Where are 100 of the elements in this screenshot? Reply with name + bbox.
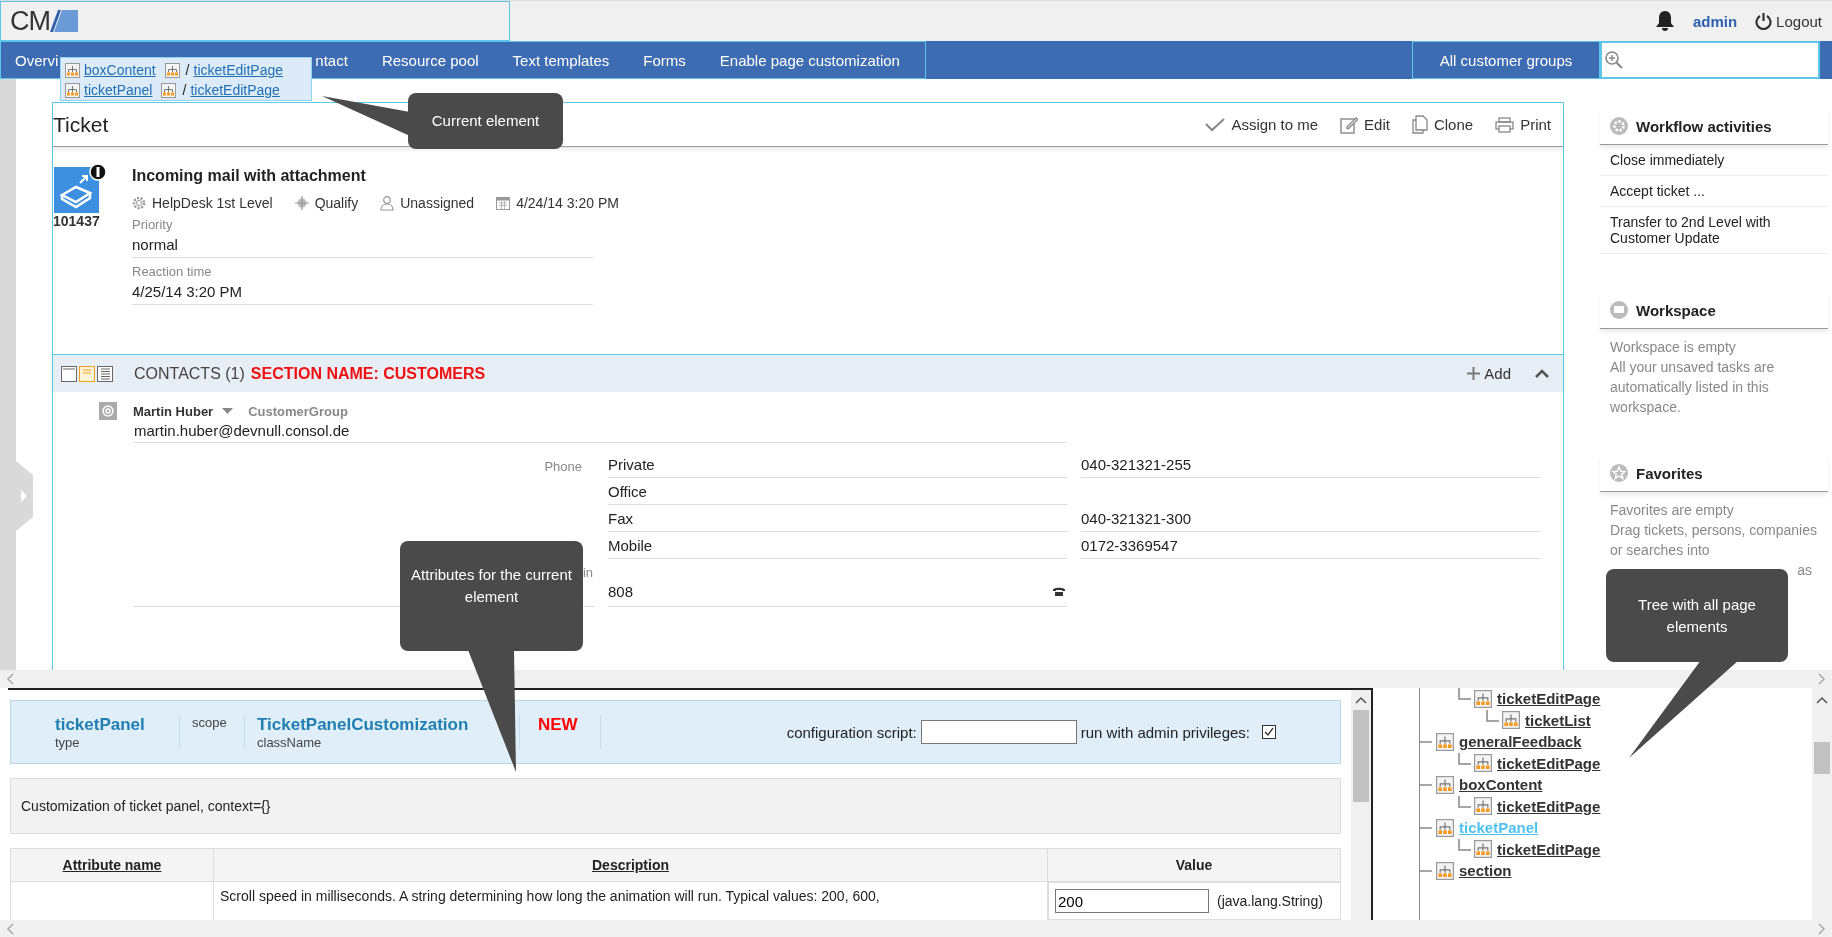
tree-line <box>1458 838 1471 851</box>
contact-name[interactable]: Martin Huber <box>133 403 214 419</box>
field-label: Priority <box>132 217 174 232</box>
admin-checkbox[interactable] <box>1262 725 1276 739</box>
element-link[interactable]: ticketPanel <box>84 82 153 98</box>
queue-label: HelpDesk 1st Level <box>152 195 273 211</box>
admin-label: run with admin privileges: <box>1080 723 1250 741</box>
type-label: type <box>55 735 81 750</box>
scope-label: scope <box>192 715 228 730</box>
type-value: ticketPanel <box>55 715 146 735</box>
workflow-action[interactable]: Accept ticket ... <box>1600 176 1828 207</box>
script-label: configuration script: <box>786 723 917 741</box>
nav-item[interactable]: Overvi <box>15 51 59 69</box>
plus-icon <box>1467 367 1481 380</box>
copy-icon <box>1411 115 1428 134</box>
nav-item[interactable]: ntact <box>315 51 348 69</box>
tree-item[interactable]: ticketEditPage <box>1497 797 1601 815</box>
logout-button[interactable]: Logout <box>1755 12 1822 30</box>
script-field[interactable] <box>920 720 1077 744</box>
tree-node-icon <box>65 82 80 98</box>
scroll-thumb[interactable] <box>1814 742 1830 774</box>
phone-type: Fax <box>608 505 1067 532</box>
search-field[interactable] <box>1600 41 1820 79</box>
expand-tab[interactable] <box>16 461 33 531</box>
tree-node-icon <box>1436 861 1454 880</box>
scroll-right-icon[interactable] <box>1818 923 1826 935</box>
scroll-thumb[interactable] <box>1353 710 1369 802</box>
column-header[interactable]: Attribute name <box>10 848 214 882</box>
class-name-label: className <box>257 735 323 750</box>
nav-item[interactable]: Resource pool <box>381 51 479 69</box>
field-label: Reaction time <box>132 264 213 279</box>
crosshair-icon <box>294 196 309 210</box>
new-label: NEW <box>538 715 579 735</box>
nav-item[interactable]: Text templates <box>512 51 610 69</box>
collapse-icon[interactable] <box>1535 369 1549 378</box>
tree-node-icon <box>1436 732 1454 751</box>
vertical-scrollbar[interactable] <box>1351 690 1371 920</box>
parent-link[interactable]: ticketEditPage <box>193 62 283 78</box>
logo[interactable]: CM <box>10 5 78 37</box>
action-button[interactable]: Print <box>1495 115 1551 134</box>
section-name: SECTION NAME: CUSTOMERS <box>250 364 486 383</box>
workflow-action[interactable]: Transfer to 2nd Level with Customer Update <box>1600 207 1828 254</box>
ticket-number: 101437 <box>53 213 101 229</box>
section-title: CONTACTS (1) <box>134 364 245 383</box>
column-header[interactable]: Description <box>213 848 1048 882</box>
tree-node-icon <box>1474 797 1492 816</box>
action-button[interactable]: Assign to me <box>1205 115 1319 134</box>
star-icon <box>1610 464 1628 482</box>
nav-item[interactable]: Enable page customization <box>719 51 900 69</box>
tree-item[interactable]: boxContent <box>1459 776 1543 794</box>
scroll-left-icon[interactable] <box>6 673 14 685</box>
tree-item[interactable]: ticketEditPage <box>1497 690 1601 708</box>
dropdown-caret-icon[interactable] <box>222 407 234 415</box>
tree-node-icon <box>1474 840 1492 859</box>
workflow-action[interactable]: Close immediately <box>1600 145 1828 176</box>
action-button[interactable]: Clone <box>1411 115 1474 134</box>
info-text: All your unsaved tasks are automatically listed in this workspace. <box>1610 358 1776 417</box>
pencil-icon <box>1340 115 1359 134</box>
path-separator: / <box>185 62 190 78</box>
field-value: normal <box>132 236 179 253</box>
phone-number: 040-321321-300 <box>1081 510 1192 527</box>
tree-node-icon <box>1474 754 1492 773</box>
tree-item[interactable]: ticketList <box>1525 711 1591 729</box>
phone-number: 0172-3369547 <box>1081 537 1178 554</box>
tree-item[interactable]: section <box>1459 862 1512 880</box>
contact-email: martin.huber@devnull.consol.de <box>134 420 1066 443</box>
scroll-up-icon[interactable] <box>1355 696 1367 704</box>
tree-item[interactable]: ticketEditPage <box>1497 754 1601 772</box>
tree-node-icon <box>1474 689 1492 708</box>
view-toggle[interactable] <box>79 365 95 382</box>
callout: Tree with all page elements <box>1606 569 1788 662</box>
monitor-icon <box>1610 301 1628 319</box>
view-toggle[interactable] <box>97 365 113 382</box>
bell-icon[interactable] <box>1654 10 1675 32</box>
tree-node-icon <box>1502 711 1520 730</box>
tree-item[interactable]: ticketEditPage <box>1497 840 1601 858</box>
nav-item[interactable]: Forms <box>643 51 686 69</box>
zoom-icon <box>1604 50 1624 70</box>
info-text: Workspace is empty <box>1610 338 1737 357</box>
scroll-up-icon[interactable] <box>1816 696 1828 704</box>
phone-icon <box>1053 587 1065 596</box>
user-link[interactable]: admin <box>1692 12 1738 30</box>
gear-icon <box>1610 117 1628 135</box>
scroll-left-icon[interactable] <box>6 923 14 935</box>
ticket-subject: Incoming mail with attachment <box>132 167 367 185</box>
sidebar-header: Favorites <box>1600 455 1828 492</box>
sidebar-header: Workflow activities <box>1600 108 1828 145</box>
mail-ticket-icon <box>54 163 108 213</box>
action-button[interactable]: Edit <box>1340 115 1390 134</box>
add-button[interactable]: Add <box>1461 364 1517 383</box>
customer-groups-button[interactable]: All customer groups <box>1412 41 1600 79</box>
value-field[interactable]: 200 <box>1055 889 1209 913</box>
parent-link[interactable]: ticketEditPage <box>190 82 280 98</box>
tree-line <box>1486 709 1499 722</box>
tree-node-icon <box>1436 818 1454 837</box>
tree-item[interactable]: generalFeedback <box>1459 733 1582 751</box>
scroll-right-icon[interactable] <box>1818 673 1826 685</box>
view-toggle[interactable] <box>61 365 77 382</box>
tree-node-icon <box>65 62 80 78</box>
element-link[interactable]: boxContent <box>84 62 156 78</box>
